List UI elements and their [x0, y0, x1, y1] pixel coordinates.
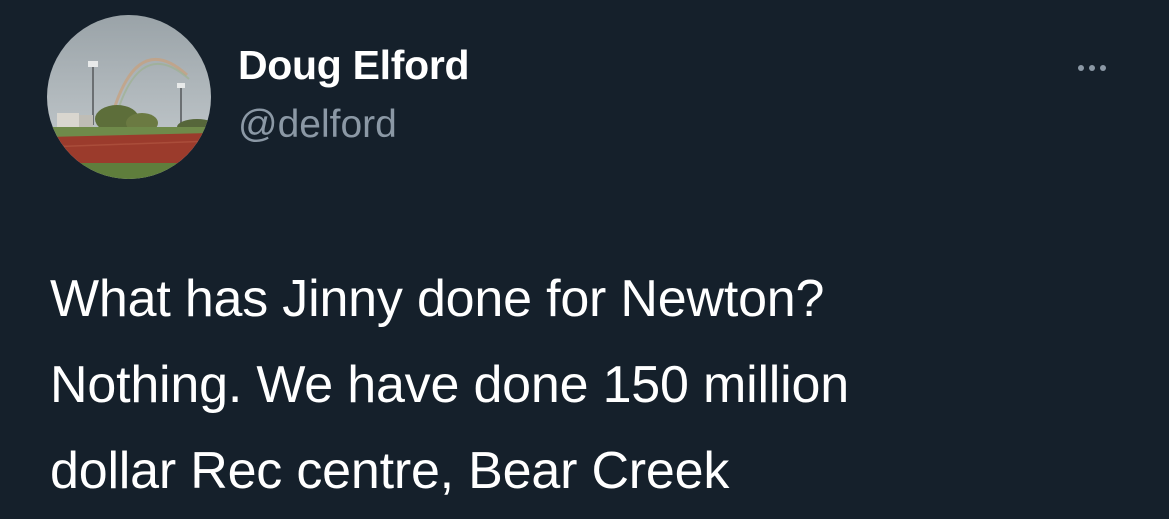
profile-photo-icon	[47, 15, 211, 179]
author-display-name[interactable]: Doug Elford	[238, 42, 470, 89]
more-options-button[interactable]	[1064, 50, 1120, 86]
tweet-text: What has Jinny done for Newton? Nothing.…	[50, 270, 849, 500]
author-avatar[interactable]	[47, 15, 211, 179]
more-horizontal-icon-dot	[1100, 65, 1106, 71]
more-horizontal-icon	[1078, 65, 1084, 71]
more-horizontal-icon-dot	[1089, 65, 1095, 71]
tweet-card: Doug Elford @delford What has Jinny done…	[0, 0, 1169, 519]
author-handle[interactable]: @delford	[238, 103, 397, 147]
